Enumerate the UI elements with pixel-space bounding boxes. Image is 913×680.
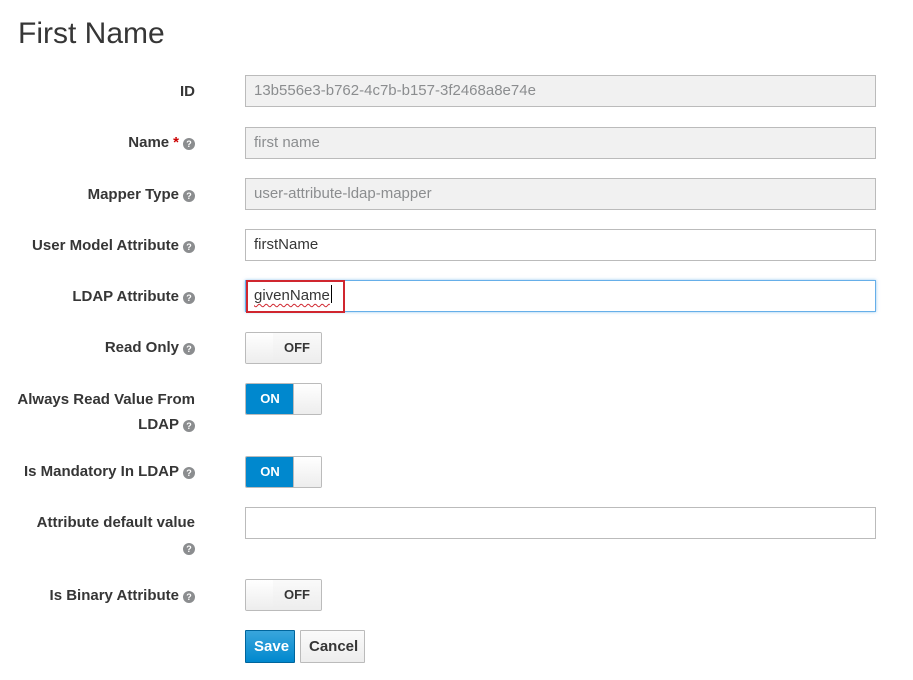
- question-circle-icon[interactable]: ?: [183, 420, 195, 432]
- id-label: ID: [180, 83, 195, 100]
- is-binary-label: Is Binary Attribute?: [5, 583, 195, 608]
- question-circle-icon[interactable]: ?: [183, 543, 195, 555]
- question-circle-icon[interactable]: ?: [183, 138, 195, 150]
- attribute-default-label: Attribute default value ?: [5, 510, 195, 560]
- toggle-state: OFF: [273, 580, 321, 610]
- read-only-toggle[interactable]: OFF: [245, 332, 322, 364]
- toggle-knob: [293, 384, 321, 414]
- page-title: First Name: [18, 17, 165, 50]
- ldap-attribute-field[interactable]: givenName: [245, 280, 876, 312]
- toggle-state: ON: [246, 384, 294, 414]
- always-read-label: Always Read Value From LDAP?: [5, 387, 195, 437]
- toggle-state: ON: [246, 457, 294, 487]
- user-model-attribute-field[interactable]: firstName: [245, 229, 876, 261]
- id-field[interactable]: 13b556e3-b762-4c7b-b157-3f2468a8e74e: [245, 75, 876, 107]
- question-circle-icon[interactable]: ?: [183, 241, 195, 253]
- cancel-button[interactable]: Cancel: [300, 630, 365, 663]
- question-circle-icon[interactable]: ?: [183, 292, 195, 304]
- always-read-label-line2: LDAP: [138, 416, 179, 433]
- is-mandatory-label: Is Mandatory In LDAP?: [5, 459, 195, 484]
- is-binary-toggle[interactable]: OFF: [245, 579, 322, 611]
- mapper-type-field[interactable]: user-attribute-ldap-mapper: [245, 178, 876, 210]
- ldap-attribute-value: givenName: [254, 287, 330, 304]
- attribute-default-label-text: Attribute default value: [36, 514, 195, 531]
- toggle-knob: [246, 580, 274, 610]
- read-only-label: Read Only?: [5, 335, 195, 360]
- toggle-knob: [293, 457, 321, 487]
- question-circle-icon[interactable]: ?: [183, 343, 195, 355]
- user-model-attribute-label: User Model Attribute?: [5, 233, 195, 258]
- toggle-state: OFF: [273, 333, 321, 363]
- question-circle-icon[interactable]: ?: [183, 467, 195, 479]
- always-read-label-line1: Always Read Value From: [17, 391, 195, 408]
- mapper-details-page: First Name ID 13b556e3-b762-4c7b-b157-3f…: [0, 0, 913, 680]
- text-caret: [330, 285, 332, 303]
- save-button[interactable]: Save: [245, 630, 295, 663]
- always-read-toggle[interactable]: ON: [245, 383, 322, 415]
- toggle-knob: [246, 333, 274, 363]
- is-mandatory-toggle[interactable]: ON: [245, 456, 322, 488]
- attribute-default-field[interactable]: [245, 507, 876, 539]
- ldap-attribute-label: LDAP Attribute?: [5, 284, 195, 309]
- required-marker: *: [173, 134, 179, 151]
- name-field[interactable]: first name: [245, 127, 876, 159]
- question-circle-icon[interactable]: ?: [183, 190, 195, 202]
- question-circle-icon[interactable]: ?: [183, 591, 195, 603]
- mapper-type-label: Mapper Type?: [5, 182, 195, 207]
- name-label: Name *?: [5, 130, 195, 155]
